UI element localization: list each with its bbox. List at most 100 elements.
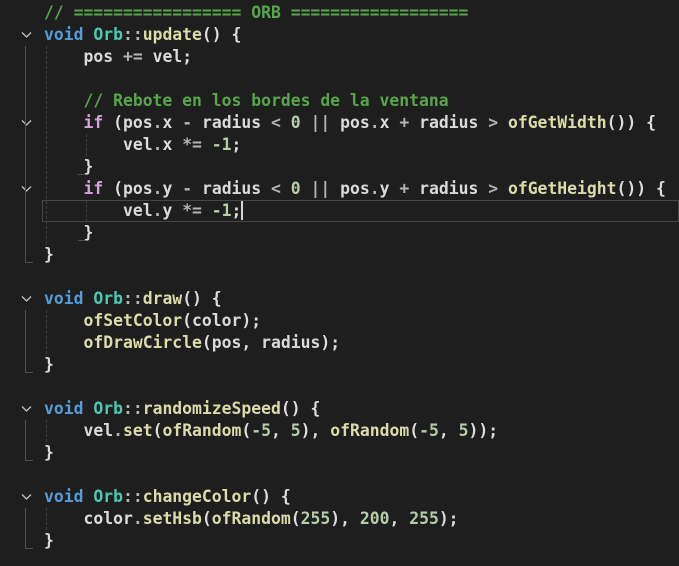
fold-range-end	[25, 262, 33, 263]
code-token: (	[113, 179, 123, 198]
code-token: ::	[122, 289, 143, 308]
code-line[interactable]	[0, 68, 679, 90]
code-token: if	[83, 179, 114, 198]
code-token: }	[44, 355, 54, 374]
code-line[interactable]: }	[0, 442, 679, 464]
code-line[interactable]: color.setHsb(ofRandom(255), 200, 255);	[0, 508, 679, 530]
fold-chevron-down-icon[interactable]	[19, 288, 33, 310]
code-token: pos	[122, 179, 153, 198]
code-token: .	[132, 509, 143, 528]
code-token: vel	[122, 201, 153, 220]
code-token: y	[379, 179, 400, 198]
fold-chevron-down-icon[interactable]	[19, 112, 33, 134]
code-token: void	[44, 399, 94, 418]
code-line[interactable]	[0, 464, 679, 486]
code-line[interactable]: }	[0, 354, 679, 376]
code-token: (	[409, 421, 420, 440]
code-text: vel.y *= -1;	[44, 200, 244, 222]
code-line[interactable]: if (pos.x - radius < 0 || pos.x + radius…	[0, 112, 679, 134]
code-line[interactable]: void Orb::update() {	[0, 24, 679, 46]
code-token: ;	[231, 201, 242, 220]
code-line[interactable]: vel.x *= -1;	[0, 134, 679, 156]
code-line[interactable]	[0, 266, 679, 288]
code-line[interactable]: pos += vel;	[0, 46, 679, 68]
code-token: -1	[211, 201, 232, 220]
code-token: .	[369, 113, 380, 132]
code-token: ::	[122, 487, 143, 506]
code-line[interactable]: ofSetColor(color);	[0, 310, 679, 332]
code-token: () {	[280, 399, 321, 418]
code-text: ofDrawCircle(pos, radius);	[44, 332, 340, 354]
fold-chevron-down-icon[interactable]	[19, 486, 33, 508]
code-text: // ================= ORB ===============…	[44, 2, 468, 24]
indent-guide	[46, 310, 47, 354]
fold-chevron-down-icon[interactable]	[19, 398, 33, 420]
code-token: x	[162, 113, 183, 132]
code-token: Orb	[93, 399, 123, 418]
code-token: <	[271, 113, 291, 132]
code-text: }	[44, 442, 54, 464]
code-token: .	[152, 113, 163, 132]
code-line[interactable]: // Rebote en los bordes de la ventana	[0, 90, 679, 112]
code-token: (	[290, 509, 301, 528]
code-token: +	[399, 179, 420, 198]
code-token: }	[44, 443, 54, 462]
fold-chevron-down-icon[interactable]	[19, 178, 33, 200]
code-line[interactable]: if (pos.y - radius < 0 || pos.y + radius…	[0, 178, 679, 200]
code-token: (	[201, 333, 212, 352]
code-token: +=	[122, 47, 153, 66]
code-line[interactable]: // ================= ORB ===============…	[0, 2, 679, 24]
code-line[interactable]: void Orb::changeColor() {	[0, 486, 679, 508]
code-token: (	[152, 421, 163, 440]
fold-chevron-down-icon[interactable]	[19, 24, 33, 46]
code-token: 0	[290, 179, 311, 198]
code-line[interactable]: void Orb::draw() {	[0, 288, 679, 310]
code-token: void	[44, 487, 94, 506]
code-token: );	[438, 509, 459, 528]
code-line[interactable]: vel.set(ofRandom(-5, 5), ofRandom(-5, 5)…	[0, 420, 679, 442]
code-token: ,	[438, 421, 459, 440]
code-line[interactable]: vel.y *= -1;	[0, 200, 679, 222]
code-text: color.setHsb(ofRandom(255), 200, 255);	[44, 508, 459, 530]
fold-range-end	[25, 372, 33, 373]
code-token: -	[182, 179, 202, 198]
code-line[interactable]: ofDrawCircle(pos, radius);	[0, 332, 679, 354]
code-token: (	[241, 421, 252, 440]
code-token: draw	[142, 289, 183, 308]
indent-guide	[46, 508, 47, 530]
code-token: ,	[389, 509, 410, 528]
code-text: vel.set(ofRandom(-5, 5), ofRandom(-5, 5)…	[44, 420, 498, 442]
code-token: ),	[300, 421, 331, 440]
code-line[interactable]: }	[0, 530, 679, 552]
code-token: y	[162, 201, 183, 220]
code-token: ,	[271, 421, 291, 440]
code-token: +	[399, 113, 420, 132]
code-token: .	[152, 201, 163, 220]
code-line[interactable]	[0, 376, 679, 398]
code-token: (	[113, 113, 123, 132]
code-token: ofGetWidth	[507, 113, 607, 132]
code-token: );	[320, 333, 341, 352]
code-line[interactable]: }	[0, 244, 679, 266]
code-token: ::	[122, 25, 143, 44]
code-token: Orb	[93, 487, 123, 506]
code-text: ofSetColor(color);	[44, 310, 261, 332]
code-token: pos	[122, 113, 153, 132]
fold-range-end	[25, 548, 33, 549]
code-token: );	[241, 311, 262, 330]
code-token: Orb	[93, 25, 123, 44]
code-token: .	[369, 179, 380, 198]
code-token: ;	[182, 47, 193, 66]
indent-guide	[86, 134, 87, 156]
code-token: }	[44, 245, 54, 264]
code-token: 5	[290, 421, 301, 440]
code-line[interactable]: }	[0, 156, 679, 178]
code-token: set	[122, 421, 153, 440]
code-token: ofSetColor	[83, 311, 183, 330]
code-token: ofGetHeight	[507, 179, 617, 198]
code-line[interactable]: }	[0, 222, 679, 244]
code-token: radius	[201, 113, 272, 132]
code-token: 255	[300, 509, 331, 528]
code-editor[interactable]: // ================= ORB ===============…	[0, 2, 679, 552]
code-line[interactable]: void Orb::randomizeSpeed() {	[0, 398, 679, 420]
